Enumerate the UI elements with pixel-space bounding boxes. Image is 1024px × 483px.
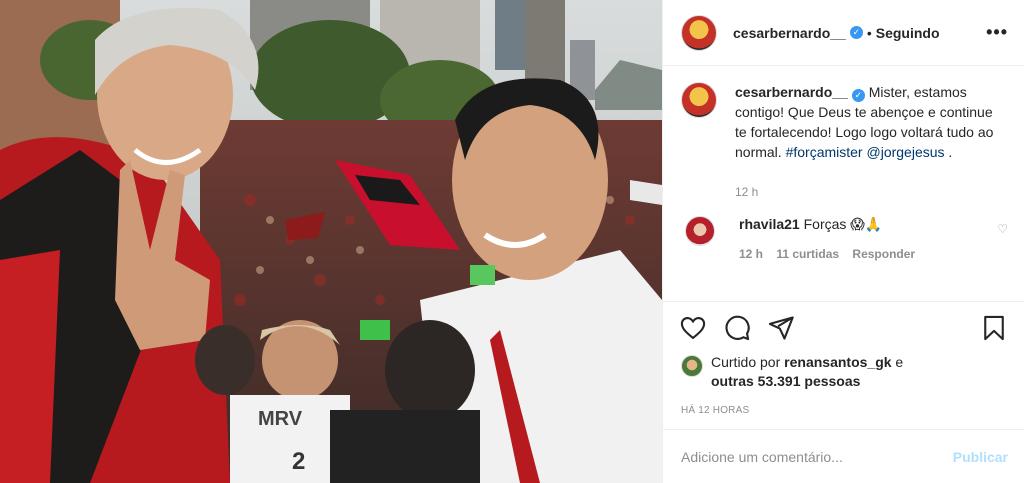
- comment-bubble-icon[interactable]: [723, 314, 751, 342]
- caption-avatar[interactable]: [681, 82, 717, 118]
- action-bar: [663, 301, 1024, 353]
- scroll-fade: [663, 291, 1024, 301]
- post-caption: cesarbernardo__ ✓ Mister, estamos contigo…: [681, 82, 1008, 202]
- jersey-sponsor-text: MRV: [258, 408, 303, 430]
- likes-text: Curtido por renansantos_gk e outras 53.3…: [711, 353, 903, 391]
- comment-reply-button[interactable]: Responder: [852, 247, 915, 261]
- liker-username[interactable]: renansantos_gk: [784, 354, 891, 370]
- comment-body: rhavila21 Forças 😱🙏 12 h 11 curtidas Res…: [739, 216, 997, 261]
- verified-badge-icon: ✓: [849, 26, 863, 39]
- comment-meta: 12 h 11 curtidas Responder: [739, 247, 997, 261]
- post-header: cesarbernardo__ ✓ • Seguindo •••: [663, 0, 1024, 66]
- jersey-number-text: 2: [292, 448, 306, 475]
- caption-end: .: [944, 144, 953, 160]
- likes-summary: Curtido por renansantos_gk e outras 53.3…: [663, 353, 1024, 393]
- add-comment-bar: Publicar: [663, 429, 1024, 483]
- comment-like-heart-icon[interactable]: ♡: [997, 222, 1008, 236]
- commenter-avatar[interactable]: [685, 216, 715, 246]
- share-paper-plane-icon[interactable]: [767, 314, 795, 342]
- comment-username[interactable]: rhavila21: [739, 216, 800, 232]
- following-button[interactable]: Seguindo: [876, 25, 940, 41]
- post-timestamp[interactable]: HÁ 12 HORAS: [663, 393, 1024, 429]
- post-sidebar: cesarbernardo__ ✓ • Seguindo ••• cesarbe…: [662, 0, 1024, 483]
- like-heart-icon[interactable]: [679, 314, 707, 342]
- caption-mention[interactable]: @jorgejesus: [867, 144, 945, 160]
- header-separator: •: [866, 24, 872, 41]
- author-avatar[interactable]: [681, 14, 717, 51]
- likes-joiner: e: [895, 354, 904, 370]
- caption-time[interactable]: 12 h: [735, 182, 1008, 202]
- likes-prefix: Curtido por: [711, 354, 781, 370]
- likes-others-link[interactable]: outras 53.391 pessoas: [711, 373, 860, 389]
- comment-likes[interactable]: 11 curtidas: [776, 247, 839, 261]
- comment-item: rhavila21 Forças 😱🙏 12 h 11 curtidas Res…: [681, 216, 1008, 261]
- instagram-post: MRV 2 cesarbernardo__ ✓ • Seguindo ••• c…: [0, 0, 1024, 483]
- photo-illustration: [0, 0, 662, 483]
- caption-username[interactable]: cesarbernardo__: [735, 84, 848, 100]
- liker-avatar[interactable]: [681, 355, 703, 377]
- caption-body: cesarbernardo__ ✓ Mister, estamos contigo…: [735, 82, 1008, 202]
- comment-time[interactable]: 12 h: [739, 247, 763, 261]
- caption-hashtag[interactable]: #forçamister: [786, 144, 863, 160]
- comment-input[interactable]: [681, 448, 953, 465]
- post-photo[interactable]: MRV 2: [0, 0, 662, 483]
- author-username[interactable]: cesarbernardo__: [733, 25, 846, 41]
- verified-badge-icon: ✓: [851, 89, 865, 102]
- publish-button[interactable]: Publicar: [953, 449, 1008, 465]
- comments-section[interactable]: cesarbernardo__ ✓ Mister, estamos contigo…: [663, 66, 1024, 301]
- more-options-icon[interactable]: •••: [986, 22, 1008, 43]
- comment-text: Forças 😱🙏: [803, 216, 883, 232]
- save-bookmark-icon[interactable]: [980, 314, 1008, 342]
